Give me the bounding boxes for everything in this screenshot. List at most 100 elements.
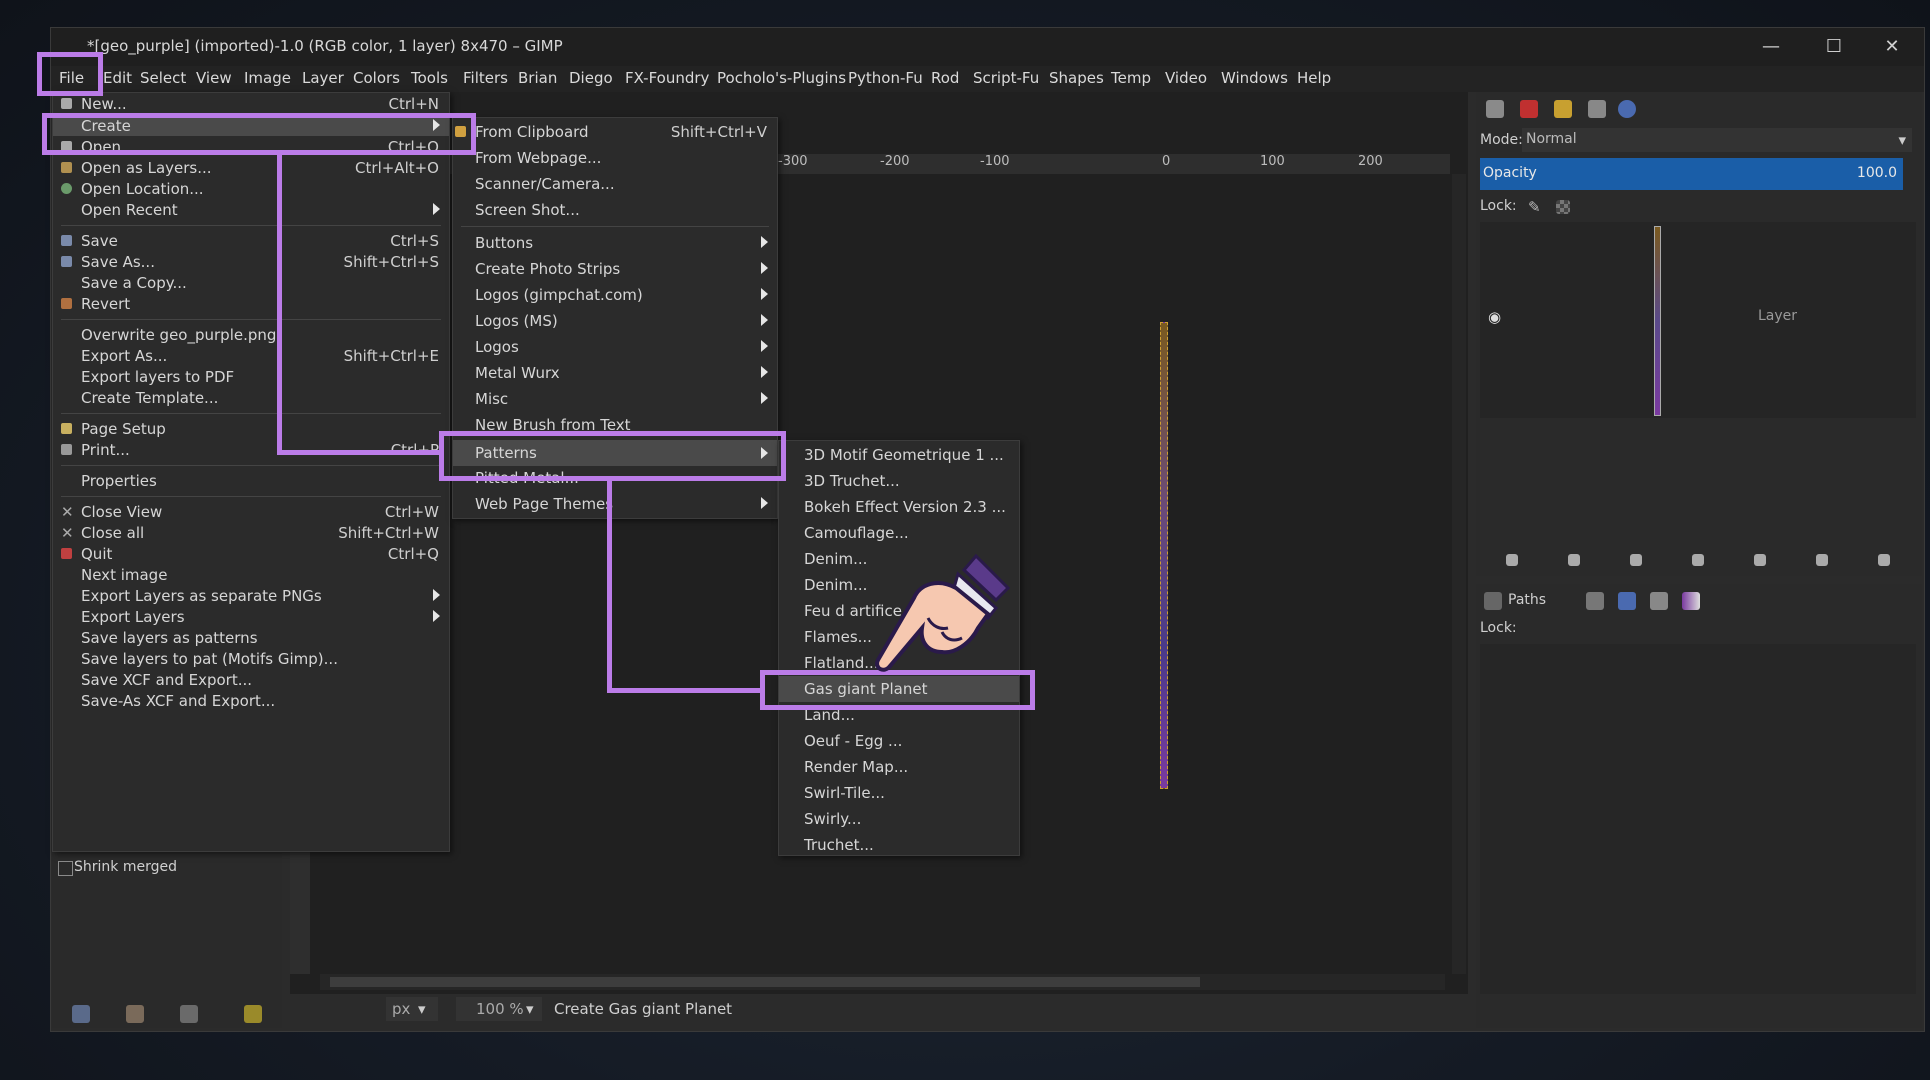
undo-history-tab-icon[interactable] bbox=[1554, 100, 1572, 118]
reset-icon[interactable] bbox=[244, 1005, 262, 1023]
menu-item-open-as-layers[interactable]: Open as Layers... Ctrl+Alt+O bbox=[53, 157, 449, 178]
menu-item-save-layers-pat[interactable]: Save layers to pat (Motifs Gimp)... bbox=[53, 648, 449, 669]
menu-item-revert[interactable]: Revert bbox=[53, 293, 449, 314]
menu-item-export-as[interactable]: Export As... Shift+Ctrl+E bbox=[53, 345, 449, 366]
menu-shapes[interactable]: Shapes bbox=[1049, 69, 1104, 87]
menu-item-save-as[interactable]: Save As... Shift+Ctrl+S bbox=[53, 251, 449, 272]
menu-help[interactable]: Help bbox=[1297, 69, 1331, 87]
menu-item-overwrite[interactable]: Overwrite geo_purple.png bbox=[53, 324, 449, 345]
menu-item-logos[interactable]: Logos bbox=[453, 336, 777, 357]
anchor-layer-icon[interactable] bbox=[1816, 554, 1828, 566]
gradient-editor-icon[interactable] bbox=[1586, 592, 1604, 610]
menu-filters[interactable]: Filters bbox=[463, 69, 508, 87]
search-icon[interactable] bbox=[1618, 100, 1636, 118]
menu-item-pattern[interactable]: Render Map... bbox=[779, 756, 1019, 777]
menu-item-pattern[interactable]: 3D Motif Geometrique 1 ... bbox=[779, 444, 1019, 465]
menu-item-logos-gimpchat[interactable]: Logos (gimpchat.com) bbox=[453, 284, 777, 305]
menu-item-pattern[interactable]: Swirl-Tile... bbox=[779, 782, 1019, 803]
horizontal-scrollbar[interactable] bbox=[320, 974, 1445, 990]
menu-item-misc[interactable]: Misc bbox=[453, 388, 777, 409]
menu-item-buttons[interactable]: Buttons bbox=[453, 232, 777, 253]
menu-temp[interactable]: Temp bbox=[1111, 69, 1151, 87]
zoom-select[interactable]: 100 % ▾ bbox=[456, 997, 542, 1021]
menu-pocholos-plugins[interactable]: Pocholo's-Plugins bbox=[717, 69, 846, 87]
delete-preset-icon[interactable] bbox=[180, 1005, 198, 1023]
lock-alpha-icon[interactable] bbox=[1556, 200, 1570, 214]
lower-layer-icon[interactable] bbox=[1692, 554, 1704, 566]
menu-item-from-clipboard[interactable]: From Clipboard Shift+Ctrl+V bbox=[453, 121, 777, 142]
lock-pixels-icon[interactable]: ✎ bbox=[1528, 198, 1541, 216]
menu-item-save-a-copy[interactable]: Save a Copy... bbox=[53, 272, 449, 293]
menu-select[interactable]: Select bbox=[140, 69, 186, 87]
delete-layer-icon[interactable] bbox=[1878, 554, 1890, 566]
maximize-button[interactable]: ☐ bbox=[1811, 32, 1857, 62]
opacity-slider[interactable]: Opacity 100.0 bbox=[1480, 158, 1903, 190]
menu-tools[interactable]: Tools bbox=[411, 69, 448, 87]
menu-view[interactable]: View bbox=[196, 69, 232, 87]
menu-item-export-layers[interactable]: Export Layers bbox=[53, 606, 449, 627]
unit-select[interactable]: px ▾ bbox=[386, 997, 438, 1021]
menu-item-save-layers-patterns[interactable]: Save layers as patterns bbox=[53, 627, 449, 648]
channels-tab-icon[interactable] bbox=[1520, 100, 1538, 118]
menu-item-screen-shot[interactable]: Screen Shot... bbox=[453, 199, 777, 220]
menu-item-save[interactable]: Save Ctrl+S bbox=[53, 230, 449, 251]
menu-item-pattern[interactable]: Truchet... bbox=[779, 834, 1019, 855]
vertical-scrollbar[interactable] bbox=[1452, 174, 1466, 974]
menu-item-save-as-xcf-export[interactable]: Save-As XCF and Export... bbox=[53, 690, 449, 711]
menu-item-open-recent[interactable]: Open Recent bbox=[53, 199, 449, 220]
menu-rod[interactable]: Rod bbox=[931, 69, 959, 87]
mode-select[interactable]: Normal ▾ bbox=[1522, 128, 1912, 152]
image-canvas[interactable] bbox=[1160, 322, 1168, 789]
tab-paths[interactable]: Paths bbox=[1508, 592, 1546, 608]
layers-tab-icon[interactable] bbox=[1486, 100, 1504, 118]
menu-item-quit[interactable]: Quit Ctrl+Q bbox=[53, 543, 449, 564]
menu-image[interactable]: Image bbox=[244, 69, 291, 87]
menu-item-page-setup[interactable]: Page Setup bbox=[53, 418, 449, 439]
restore-preset-icon[interactable] bbox=[126, 1005, 144, 1023]
new-layer-icon[interactable] bbox=[1506, 554, 1518, 566]
menu-colors[interactable]: Colors bbox=[353, 69, 400, 87]
scrollbar-thumb[interactable] bbox=[330, 977, 1200, 987]
menu-python-fu[interactable]: Python-Fu bbox=[848, 69, 923, 87]
menu-item-create-photo-strips[interactable]: Create Photo Strips bbox=[453, 258, 777, 279]
menu-item-pattern[interactable]: Camouflage... bbox=[779, 522, 1019, 543]
menu-item-create-template[interactable]: Create Template... bbox=[53, 387, 449, 408]
menu-item-pattern[interactable]: Oeuf - Egg ... bbox=[779, 730, 1019, 751]
menu-item-pattern[interactable]: Swirly... bbox=[779, 808, 1019, 829]
gradients-tab-icon[interactable] bbox=[1682, 592, 1700, 610]
menu-item-scanner-camera[interactable]: Scanner/Camera... bbox=[453, 173, 777, 194]
menu-item-next-image[interactable]: Next image bbox=[53, 564, 449, 585]
menu-windows[interactable]: Windows bbox=[1221, 69, 1288, 87]
save-preset-icon[interactable] bbox=[72, 1005, 90, 1023]
menu-item-close-all[interactable]: ✕ Close all Shift+Ctrl+W bbox=[53, 522, 449, 543]
menu-item-from-webpage[interactable]: From Webpage... bbox=[453, 147, 777, 168]
menu-item-save-xcf-export[interactable]: Save XCF and Export... bbox=[53, 669, 449, 690]
close-button[interactable]: ✕ bbox=[1869, 32, 1915, 62]
menu-layer[interactable]: Layer bbox=[302, 69, 344, 87]
layer-row[interactable]: ◉ Layer bbox=[1480, 222, 1916, 418]
menu-item-close-view[interactable]: ✕ Close View Ctrl+W bbox=[53, 501, 449, 522]
menu-item-export-layers-pdf[interactable]: Export layers to PDF bbox=[53, 366, 449, 387]
menu-item-open-location[interactable]: Open Location... bbox=[53, 178, 449, 199]
new-layer-group-icon[interactable] bbox=[1568, 554, 1580, 566]
menu-brian[interactable]: Brian bbox=[518, 69, 557, 87]
menu-video[interactable]: Video bbox=[1165, 69, 1207, 87]
patterns-tab-icon[interactable] bbox=[1650, 592, 1668, 610]
menu-item-new[interactable]: New... Ctrl+N bbox=[53, 93, 449, 114]
brush-tab-icon[interactable] bbox=[1484, 592, 1502, 610]
menu-diego[interactable]: Diego bbox=[569, 69, 613, 87]
eye-icon[interactable]: ◉ bbox=[1488, 308, 1501, 326]
menu-item-pattern[interactable]: Bokeh Effect Version 2.3 ... bbox=[779, 496, 1019, 517]
brushes-tab-icon[interactable] bbox=[1588, 100, 1606, 118]
shrink-merged-checkbox[interactable] bbox=[58, 861, 73, 876]
raise-layer-icon[interactable] bbox=[1630, 554, 1642, 566]
menu-script-fu[interactable]: Script-Fu bbox=[973, 69, 1039, 87]
duplicate-layer-icon[interactable] bbox=[1754, 554, 1766, 566]
menu-item-logos-ms[interactable]: Logos (MS) bbox=[453, 310, 777, 331]
minimize-button[interactable]: — bbox=[1748, 32, 1794, 62]
menu-item-metal-wurx[interactable]: Metal Wurx bbox=[453, 362, 777, 383]
menu-item-properties[interactable]: Properties bbox=[53, 470, 449, 491]
menu-item-web-page-themes[interactable]: Web Page Themes bbox=[453, 493, 777, 514]
images-tab-icon[interactable] bbox=[1618, 592, 1636, 610]
menu-item-export-separate-pngs[interactable]: Export Layers as separate PNGs bbox=[53, 585, 449, 606]
